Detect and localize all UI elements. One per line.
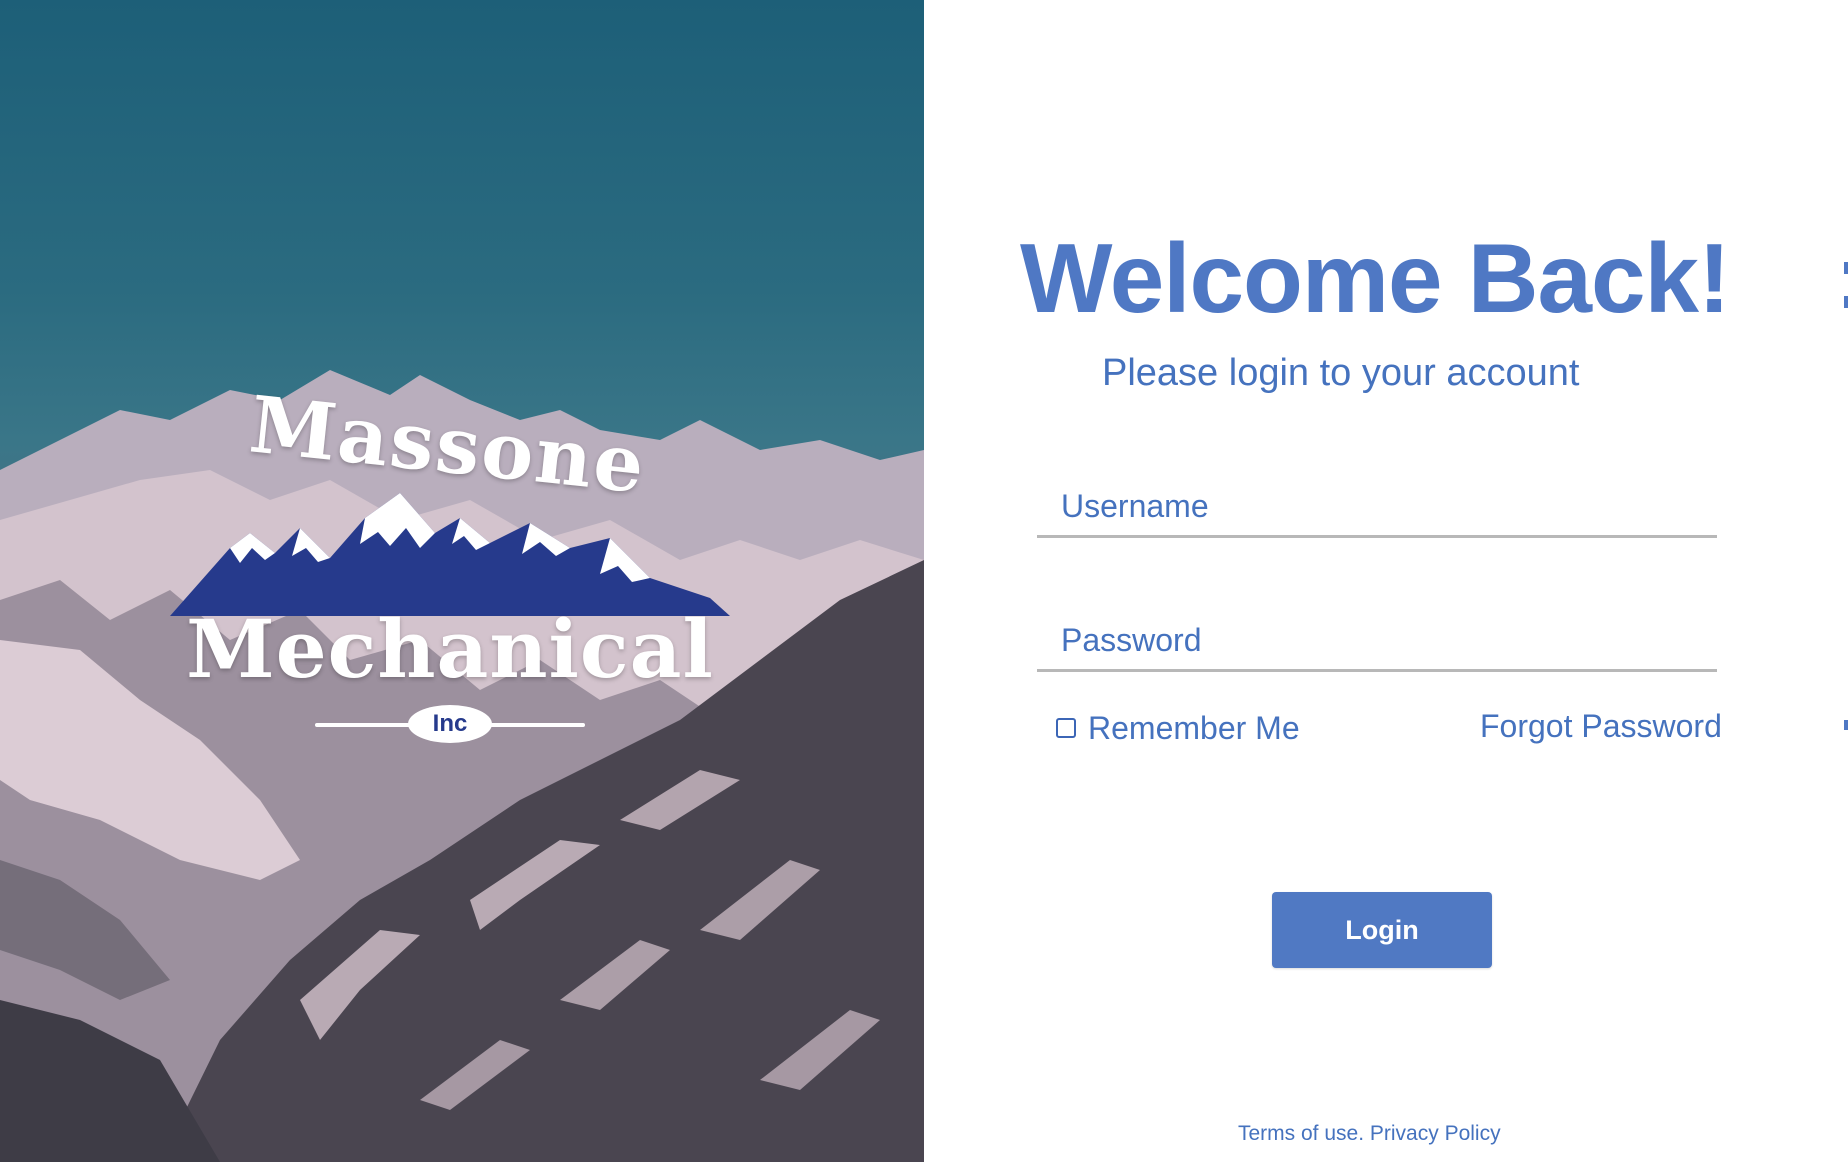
edge-artifacts (1842, 0, 1848, 1162)
password-input[interactable] (1037, 612, 1717, 672)
logo-mountain-icon (170, 493, 730, 616)
page-title: Welcome Back! (1020, 223, 1731, 333)
terms-of-use-link[interactable]: Terms of use. (1238, 1122, 1364, 1145)
remember-me-label: Remember Me (1088, 709, 1300, 746)
company-logo: Massone Mechanical Inc (170, 379, 730, 760)
logo-inc-row: Inc (315, 705, 585, 745)
logo-inc-badge: Inc (408, 705, 492, 743)
login-page: Massone Mechanical Inc Welcome Back! Ple… (0, 0, 1848, 1162)
username-input[interactable] (1037, 478, 1717, 538)
page-subtitle: Please login to your account (1102, 352, 1580, 394)
checkbox-icon[interactable] (1056, 718, 1076, 738)
hero-panel: Massone Mechanical Inc (0, 0, 924, 1162)
remember-me-checkbox[interactable]: Remember Me (1056, 708, 1300, 748)
login-button[interactable]: Login (1272, 892, 1492, 968)
login-panel: Welcome Back! Please login to your accou… (924, 0, 1848, 1162)
privacy-policy-link[interactable]: Privacy Policy (1370, 1122, 1501, 1145)
forgot-password-link[interactable]: Forgot Password (1480, 708, 1722, 745)
footer-links: Terms of use. Privacy Policy (1238, 1122, 1501, 1146)
logo-name-bottom: Mechanical (186, 602, 714, 696)
